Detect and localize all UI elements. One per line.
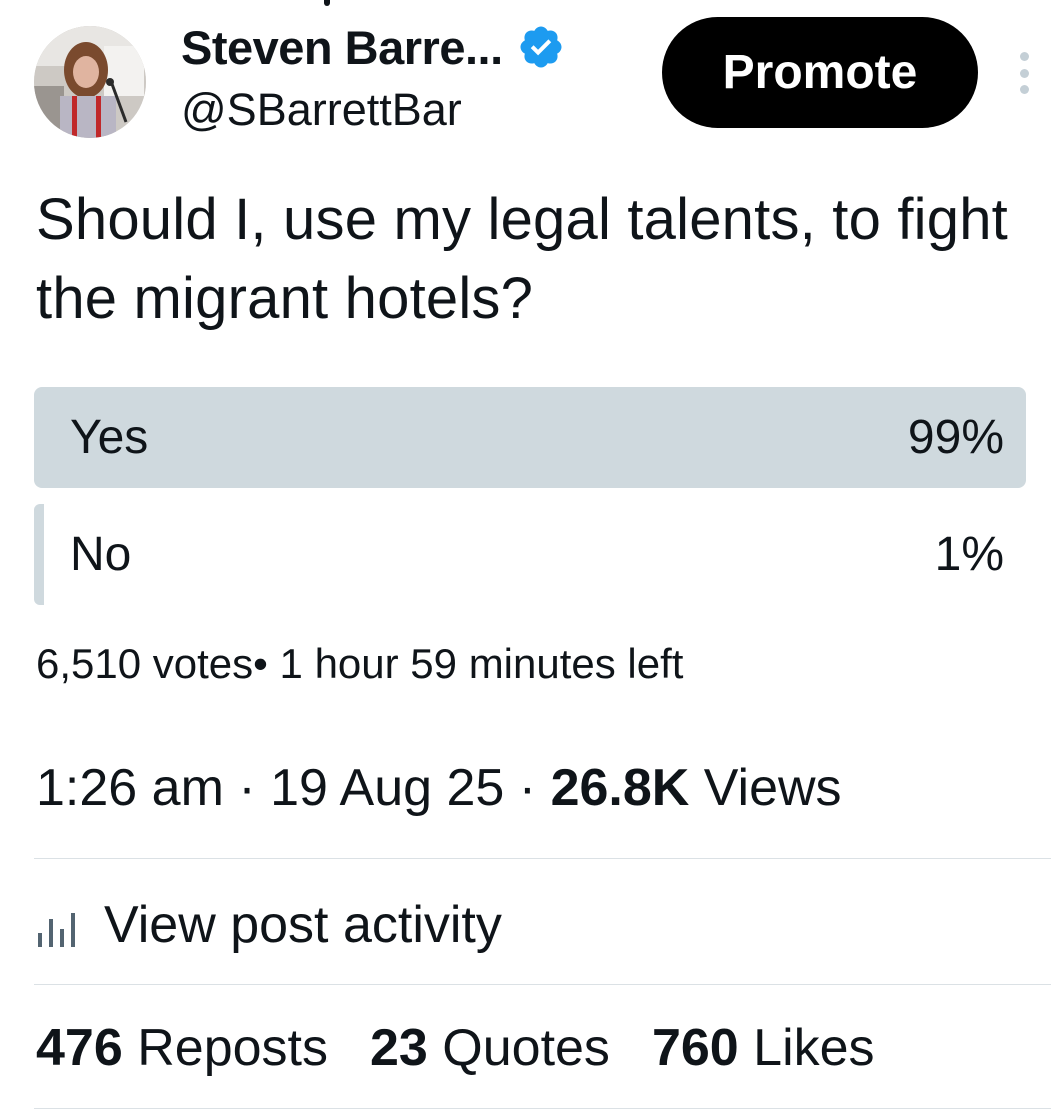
view-post-activity-link[interactable]: View post activity — [36, 890, 502, 960]
analytics-icon — [38, 913, 75, 947]
author-handle[interactable]: @SBarrettBar — [181, 84, 462, 136]
divider — [34, 1108, 1051, 1109]
author-display-name[interactable]: Steven Barre... — [181, 20, 503, 75]
poll-option-percent: 1% — [934, 528, 1004, 581]
separator: · — [504, 759, 551, 817]
quotes-label: Quotes — [442, 1019, 610, 1077]
poll-option-yes[interactable]: Yes 99% — [34, 387, 1036, 488]
poll-time-left: 1 hour 59 minutes left — [279, 640, 684, 687]
verified-badge-icon — [520, 26, 562, 68]
avatar[interactable] — [34, 26, 146, 138]
avatar-image — [34, 26, 146, 138]
separator: • — [253, 640, 280, 687]
view-post-activity-label: View post activity — [104, 896, 502, 954]
views-count: 26.8K — [550, 759, 690, 817]
post-time[interactable]: 1:26 am — [36, 759, 224, 817]
reposts-label: Reposts — [137, 1019, 328, 1077]
divider — [34, 858, 1051, 859]
author-name-row[interactable]: Steven Barre... — [181, 20, 565, 74]
poll-option-percent: 99% — [907, 411, 1004, 464]
poll-summary: 6,510 votes• 1 hour 59 minutes left — [36, 640, 683, 688]
poll-result-bar — [34, 504, 45, 605]
likes-stat[interactable]: 760 Likes — [652, 1018, 875, 1078]
poll-vote-count: 6,510 votes — [36, 640, 254, 687]
poll-result-bar — [34, 387, 1026, 488]
views-label: Views — [703, 759, 842, 817]
reposts-stat[interactable]: 476 Reposts — [36, 1018, 328, 1078]
engagement-stats: 476 Reposts 23 Quotes 760 Likes — [36, 1018, 917, 1078]
poll-option-label: No — [70, 528, 132, 581]
top-edge-fragment — [324, 0, 330, 6]
poll-option-label: Yes — [70, 411, 149, 464]
promote-button[interactable]: Promote — [662, 17, 978, 128]
reposts-count: 476 — [36, 1019, 123, 1077]
post-text: Should I, use my legal talents, to fight… — [36, 187, 1008, 331]
quotes-stat[interactable]: 23 Quotes — [370, 1018, 610, 1078]
post-timestamp-row: 1:26 am · 19 Aug 25 · 26.8K Views — [36, 758, 842, 818]
more-options-icon[interactable] — [1010, 52, 1038, 94]
divider — [34, 984, 1051, 985]
likes-count: 760 — [651, 1019, 739, 1077]
likes-label: Likes — [753, 1019, 875, 1077]
post-date[interactable]: 19 Aug 25 — [270, 759, 504, 817]
quotes-count: 23 — [369, 1019, 428, 1077]
poll-option-no[interactable]: No 1% — [34, 504, 1036, 605]
separator: · — [223, 759, 271, 817]
